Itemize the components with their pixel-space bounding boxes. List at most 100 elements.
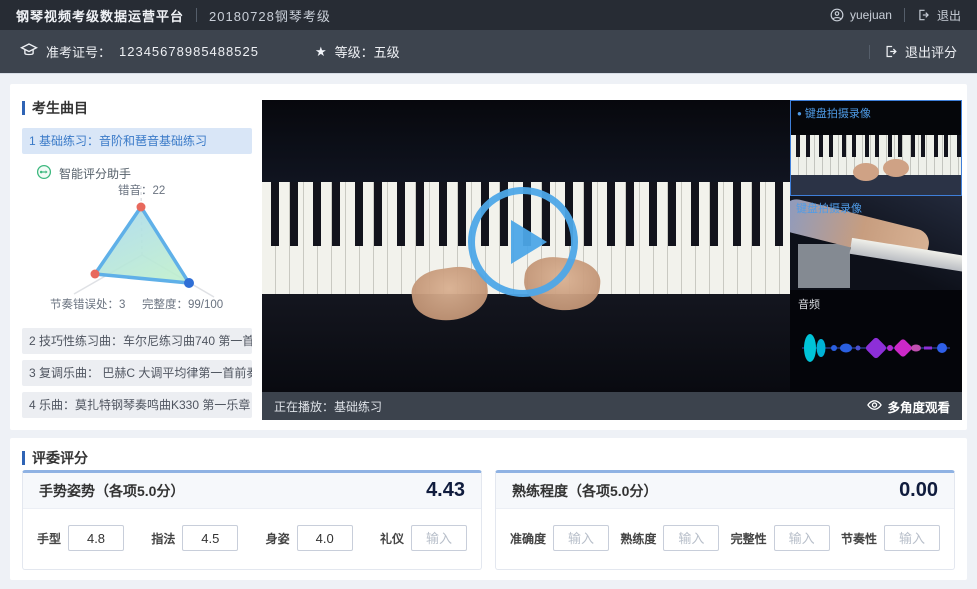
multi-angle-label: 多角度观看 (887, 397, 950, 416)
logout-label: 退出 (937, 7, 961, 24)
ticket-number: 12345678985488525 (119, 44, 259, 59)
field-fingering-input[interactable] (182, 525, 238, 551)
field-hand-shape-label: 手型 (37, 530, 61, 547)
proficiency-panel-body: 准确度 熟练度 完整性 节奏性 (496, 509, 954, 567)
proficiency-panel-header: 熟练程度（各项5.0分） 0.00 (496, 473, 954, 509)
exit-scoring-button[interactable]: 退出评分 (884, 42, 957, 61)
level-label: 等级：五级 (335, 42, 400, 61)
play-icon (511, 220, 547, 264)
header-right: yuejuan 退出 (830, 7, 961, 24)
section-title-bar-2 (22, 451, 25, 465)
thumb2-bench (798, 244, 850, 288)
gesture-panel-total: 4.43 (426, 479, 465, 502)
field-posture: 身姿 (266, 525, 353, 551)
field-fingering: 指法 (151, 525, 238, 551)
exam-info-bar: 准考证号： 12345678985488525 ★ 等级：五级 退出评分 (0, 30, 977, 74)
piano-grading-platform: 钢琴视频考级数据运营平台 20180728钢琴考级 yuejuan (0, 0, 977, 589)
song-item-2-label: 2 技巧性练习曲：车尔尼练习曲740 第一首 (29, 334, 252, 348)
eye-icon (867, 399, 882, 414)
field-completeness: 完整性 (731, 525, 830, 551)
scoring-title-text: 评委评分 (32, 448, 88, 468)
play-button[interactable] (468, 187, 578, 297)
user-icon (830, 8, 844, 22)
field-posture-input[interactable] (297, 525, 353, 551)
field-proficiency: 熟练度 (620, 525, 719, 551)
level-group: ★ 等级：五级 (315, 42, 400, 61)
app-title: 钢琴视频考级数据运营平台 (16, 6, 184, 25)
main-content-card: 考生曲目 1 基础练习：音阶和琶音基础练习 智能评分助手 (10, 84, 967, 430)
proficiency-panel: 熟练程度（各项5.0分） 0.00 准确度 熟练度 完整性 (495, 470, 955, 570)
field-completeness-input[interactable] (774, 525, 830, 551)
field-etiquette: 礼仪 (380, 525, 467, 551)
thumb1-hand-right (883, 159, 909, 177)
field-proficiency-input[interactable] (663, 525, 719, 551)
username: yuejuan (850, 8, 892, 22)
radar-chart: 错音：22 节奏错误处：3 完整度：99/100 (22, 182, 252, 314)
smart-scoring-assistant[interactable]: 智能评分助手 (36, 164, 131, 183)
field-hand-shape-input[interactable] (68, 525, 124, 551)
now-playing-text: 正在播放：基础练习 (274, 398, 382, 415)
gesture-posture-panel: 手势姿势（各项5.0分） 4.43 手型 指法 身姿 (22, 470, 482, 570)
video-region: ● 键盘拍摄录像 键盘拍摄录像 音频 (262, 100, 962, 420)
thumb1-hand-left (853, 163, 879, 181)
subbar-divider (869, 45, 870, 59)
star-icon: ★ (315, 44, 327, 60)
audio-label: 音频 (798, 296, 820, 312)
assistant-icon (36, 164, 52, 183)
subbar-right: 退出评分 (869, 42, 957, 61)
field-rhythm-input[interactable] (884, 525, 940, 551)
exit-scoring-icon (884, 44, 899, 59)
song-item-2[interactable]: 2 技巧性练习曲：车尔尼练习曲740 第一首 (22, 328, 252, 354)
video-scene-top (262, 100, 790, 182)
radar-label-wrong-notes: 错音：22 (118, 182, 165, 198)
camera-thumbnail-keyboard-side[interactable]: 键盘拍摄录像 (790, 196, 962, 290)
player-bottom-bar: 正在播放：基础练习 多角度观看 (262, 392, 962, 420)
field-accuracy-label: 准确度 (510, 530, 546, 547)
song-item-1-label: 1 基础练习：音阶和琶音基础练习 (29, 134, 207, 148)
thumb1-bottom (791, 175, 961, 196)
audio-waveform (800, 326, 952, 370)
field-hand-shape: 手型 (37, 525, 124, 551)
scoring-section-title: 评委评分 (22, 448, 88, 468)
header-divider-2 (904, 8, 905, 22)
ticket-label: 准考证号： (46, 42, 111, 61)
header-left: 钢琴视频考级数据运营平台 20180728钢琴考级 (16, 6, 331, 25)
user-account[interactable]: yuejuan (830, 8, 892, 22)
gesture-panel-title: 手势姿势（各项5.0分） (39, 481, 184, 501)
scoring-panels: 手势姿势（各项5.0分） 4.43 手型 指法 身姿 (22, 470, 955, 570)
radar-label-rhythm-errors: 节奏错误处：3 (50, 296, 125, 312)
field-accuracy: 准确度 (510, 525, 609, 551)
radar-dot-rhythm (91, 270, 100, 279)
audio-thumbnail[interactable]: 音频 (790, 290, 962, 392)
songs-title-text: 考生曲目 (32, 98, 88, 118)
exit-scoring-label: 退出评分 (905, 42, 957, 61)
main-video-player[interactable] (262, 100, 790, 392)
section-title-bar (22, 101, 25, 115)
logout-button[interactable]: 退出 (917, 7, 961, 24)
field-etiquette-input[interactable] (411, 525, 467, 551)
ticket-group: 准考证号： 12345678985488525 (20, 42, 259, 61)
thumb1-black-keys (791, 135, 961, 157)
field-rhythm: 节奏性 (841, 525, 940, 551)
song-item-1[interactable]: 1 基础练习：音阶和琶音基础练习 (22, 128, 252, 154)
graduation-cap-icon (20, 42, 38, 61)
field-fingering-label: 指法 (151, 530, 175, 547)
thumbnail-1-label: ● 键盘拍摄录像 (797, 105, 871, 121)
judge-scoring-card: 评委评分 手势姿势（各项5.0分） 4.43 手型 指法 (10, 438, 967, 580)
song-item-3-label: 3 复调乐曲： 巴赫C 大调平均律第一首前奏曲 (29, 366, 252, 380)
field-rhythm-label: 节奏性 (841, 530, 877, 547)
radar-dot-completeness (184, 278, 194, 288)
field-proficiency-label: 熟练度 (620, 530, 656, 547)
radar-chart-svg (22, 182, 252, 314)
song-item-4[interactable]: 4 乐曲：莫扎特钢琴奏鸣曲K330 第一乐章 (22, 392, 252, 418)
field-accuracy-input[interactable] (553, 525, 609, 551)
song-item-3[interactable]: 3 复调乐曲： 巴赫C 大调平均律第一首前奏曲 (22, 360, 252, 386)
camera-thumbnail-keyboard-top[interactable]: ● 键盘拍摄录像 (790, 100, 962, 196)
field-completeness-label: 完整性 (731, 530, 767, 547)
multi-angle-button[interactable]: 多角度观看 (867, 397, 950, 416)
songs-section-title: 考生曲目 (22, 98, 88, 118)
radar-dot-wrong-notes (137, 203, 146, 212)
top-header-bar: 钢琴视频考级数据运营平台 20180728钢琴考级 yuejuan (0, 0, 977, 30)
proficiency-panel-title: 熟练程度（各项5.0分） (512, 481, 657, 501)
gesture-panel-body: 手型 指法 身姿 礼仪 (23, 509, 481, 567)
